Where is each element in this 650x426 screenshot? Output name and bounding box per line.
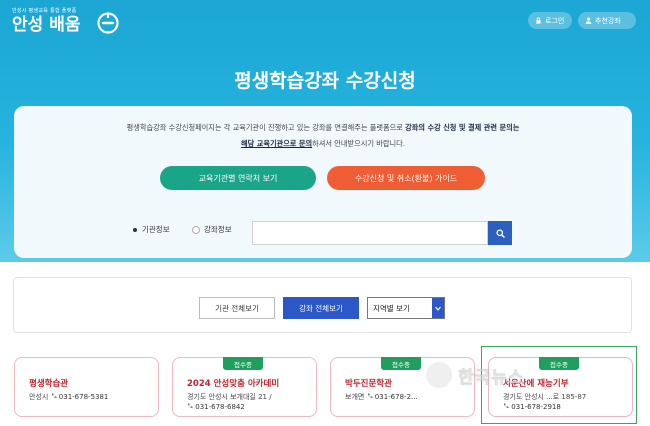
phone-icon — [367, 393, 373, 398]
view-all-courses-button[interactable]: 강좌 전체보기 — [283, 297, 359, 319]
status-badge: 접수중 — [223, 357, 263, 370]
refund-guide-button[interactable]: 수강신청 및 취소(환불) 가이드 — [327, 166, 485, 190]
radio-course-label: 강좌정보 — [204, 225, 232, 234]
hero-banner: 안성시 평생교육 통합 플랫폼 안성 배움 로그인 추천강좌 평생학습강좌 수강… — [0, 0, 650, 262]
login-label: 로그인 — [545, 16, 565, 25]
logo-mark-icon — [97, 12, 119, 34]
watermark: 한국뉴스 — [424, 360, 525, 390]
org-card[interactable]: 평생학습관 안성시 031-678-5381 — [14, 357, 159, 417]
view-all-orgs-button[interactable]: 기관 전체보기 — [199, 297, 275, 319]
card-title: 박두진문학관 — [345, 379, 392, 389]
card-address: 보개면 031-678-2... — [345, 392, 418, 402]
phone-icon — [188, 403, 193, 408]
card-address-text: 경기도 안성시 보개대길 21 / — [187, 393, 272, 401]
card-address: 경기도 안성시 보개대길 21 / 031-678-6842 — [187, 392, 272, 412]
filter-bar: 기관 전체보기 강좌 전체보기 지역별 보기 — [13, 277, 632, 333]
radio-dot — [192, 225, 200, 234]
person-icon — [585, 17, 592, 24]
search-panel: 평생학습강좌 수강신청페이지는 각 교육기관이 진행하고 있는 강좌를 연결해주… — [14, 106, 632, 258]
search-input[interactable] — [252, 221, 488, 245]
card-address: 안성시 031-678-5381 — [29, 392, 108, 402]
notice-line1: 평생학습강좌 수강신청페이지는 각 교육기관이 진행하고 있는 강좌를 연결해주… — [126, 123, 406, 132]
logo-tagline: 안성시 평생교육 통합 플랫폼 — [12, 8, 77, 14]
org-card[interactable]: 접수중 2024 안성맞춤 아카데미 경기도 안성시 보개대길 21 / 031… — [172, 357, 317, 417]
search-button[interactable] — [488, 221, 512, 245]
contact-list-button[interactable]: 교육기관별 연락처 보기 — [160, 166, 316, 190]
lock-icon — [536, 17, 541, 24]
notice-text: 평생학습강좌 수강신청페이지는 각 교육기관이 진행하고 있는 강좌를 연결해주… — [34, 120, 612, 152]
watermark-logo-icon — [424, 360, 454, 390]
card-phone: 031-678-6842 — [195, 403, 245, 411]
recommend-label: 추천강좌 — [595, 16, 621, 25]
phone-icon — [51, 393, 57, 398]
watermark-text: 한국뉴스 — [458, 367, 525, 388]
page-title: 평생학습강좌 수강신청 — [234, 70, 416, 92]
region-select-label: 지역별 보기 — [373, 303, 410, 313]
notice-bold: 강좌의 수강 신청 및 결제 관련 문의는 — [405, 123, 520, 132]
notice-underline: 해당 교육기관으로 문의 — [241, 139, 313, 148]
radio-org-info[interactable]: 기관정보 — [132, 224, 170, 235]
logo-name: 안성 배움 — [12, 15, 81, 35]
recommend-button[interactable]: 추천강좌 — [578, 12, 636, 29]
card-address-text: 보개면 — [345, 393, 365, 401]
login-button[interactable]: 로그인 — [528, 12, 572, 29]
status-badge: 접수중 — [381, 357, 421, 370]
card-phone: 031-678-2... — [374, 393, 418, 401]
radio-course-info[interactable]: 강좌정보 — [192, 224, 232, 235]
search-icon — [495, 228, 505, 238]
card-title: 평생학습관 — [29, 379, 69, 389]
card-title: 2024 안성맞춤 아카데미 — [187, 379, 280, 389]
radio-org-label: 기관정보 — [142, 225, 170, 234]
card-address-text: 안성시 — [29, 393, 49, 401]
radio-dot-selected — [132, 227, 138, 233]
card-phone: 031-678-5381 — [58, 393, 109, 401]
region-select[interactable]: 지역별 보기 — [367, 297, 445, 319]
notice-line2: 하셔서 안내받으시기 바랍니다. — [312, 139, 405, 148]
chevron-down-icon — [432, 298, 444, 318]
site-logo[interactable]: 안성시 평생교육 통합 플랫폼 안성 배움 — [12, 8, 119, 35]
